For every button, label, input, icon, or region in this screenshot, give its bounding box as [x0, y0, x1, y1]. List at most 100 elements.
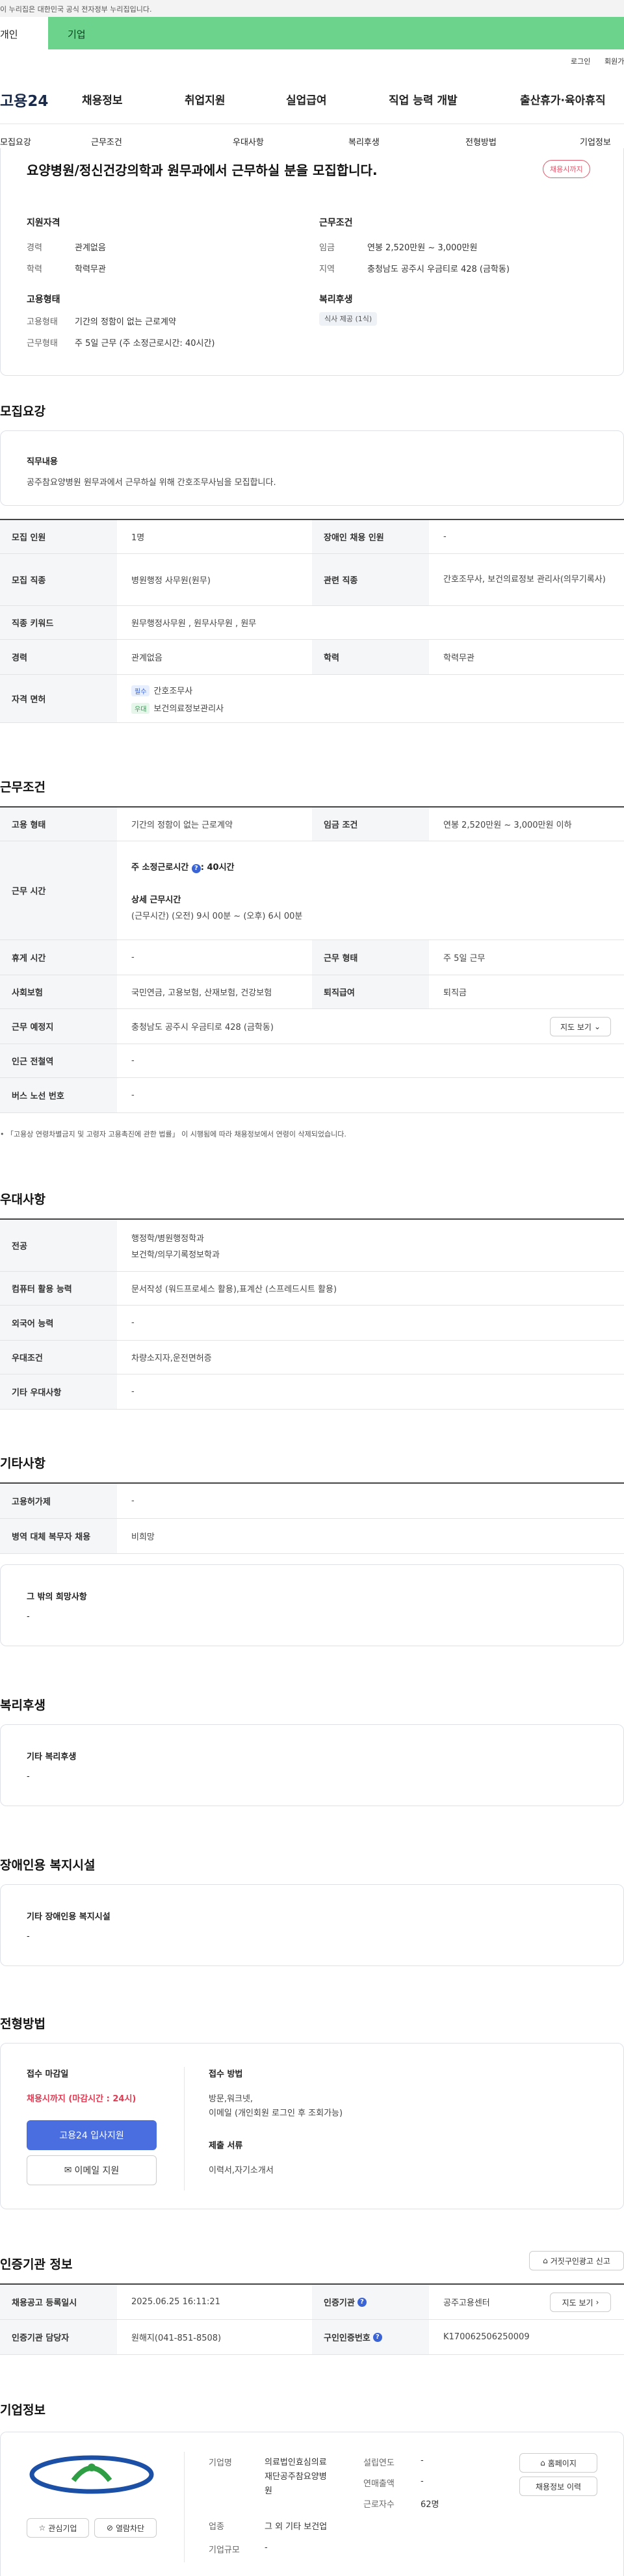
summary-cond: 근무조건 임금 연봉 2,520만원 ~ 3,000만원 지역 충청남도 공주시 우… — [319, 218, 510, 274]
table-cell: K170062506250009 — [443, 2332, 530, 2342]
star-icon: ☆ — [38, 2523, 46, 2532]
anchor-tab-company[interactable]: 기업정보 — [580, 135, 611, 148]
gnb-item-support[interactable]: 취업지원 — [185, 91, 226, 107]
table-cell: 원무행정사무원 , 원무사무원 , 원무 — [131, 619, 257, 629]
company-title: 기업정보 — [0, 2403, 46, 2417]
favorite-company-button[interactable]: ☆ 관심기업 — [27, 2518, 89, 2538]
screening-title: 전형방법 — [0, 2017, 46, 2031]
table-header-cell: 컴퓨터 활용 능력 — [0, 1272, 117, 1305]
table-row: 모집 인원 1명 장애인 채용 인원 - — [0, 520, 624, 554]
table-header-cell: 자격 면허 — [0, 675, 117, 722]
summary-value: 학력무관 — [75, 265, 106, 274]
anchor-tab-screening[interactable]: 전형방법 — [465, 135, 497, 148]
table-header-cell: 사회보험 — [0, 975, 117, 1008]
job-title: 요양병원/정신건강의학과 원무과에서 근무하실 분을 모집합니다. — [27, 163, 378, 178]
gnb-item-leave[interactable]: 출산휴가·육아휴직 — [520, 91, 606, 107]
table-header-cell: 퇴직급여 — [312, 975, 429, 1008]
report-fake-ad-button[interactable]: ⌂ 거짓구인광고 신고 — [529, 2251, 624, 2270]
etc-title: 기타사항 — [0, 1456, 46, 1471]
table-cell: - — [131, 953, 135, 962]
table-header-cell: 장애인 채용 인원 — [312, 520, 429, 553]
summary-key: 지역 — [319, 265, 335, 274]
table-cell: 원해지(041-851-8508) — [131, 2333, 222, 2343]
table-header-cell: 고용허가제 — [0, 1484, 117, 1518]
table-header-cell: 임금 조건 — [312, 808, 429, 841]
table-row: 근무 시간 주 소정근로시간 ?: 40시간 상세 근무시간 (근무시간) (오… — [0, 841, 624, 940]
disability-box: 기타 장애인용 복지시설 - — [0, 1884, 624, 1966]
table-header-cell: 외국어 능력 — [0, 1306, 117, 1340]
summary-key: 임금 — [319, 243, 335, 253]
anchor-tab-preferences[interactable]: 우대사항 — [233, 135, 264, 148]
company-box: ☆ 관심기업 ⊘ 열람차단 기업명 의료법인효심의료 재단공주참요양병 원 업종 그 외… — [0, 2432, 624, 2576]
map-button[interactable]: 지도 보기 ⌄ — [550, 1017, 611, 1036]
table-row: 전공 행정학/병원행정학과 보건학/의무기록정보학과 — [0, 1220, 624, 1272]
table-row: 경력 관계없음 학력 학력무관 — [0, 640, 624, 675]
info-icon[interactable]: ? — [357, 2297, 367, 2307]
table-header-cell: 근무 형태 — [312, 940, 429, 975]
summary-welfare: 복리후생 식사 제공 (1식) — [319, 293, 378, 326]
duty-box: 직무내용 공주참요양병원 원무과에서 근무하실 위해 간호조무사님을 모집합니다… — [0, 430, 624, 506]
summary-key: 경력 — [27, 243, 42, 253]
summary-key: 고용형태 — [27, 317, 58, 327]
chevron-right-icon: › — [595, 2298, 599, 2307]
login-link[interactable]: 로그인 — [571, 56, 590, 66]
table-cell: 행정학/병원행정학과 보건학/의무기록정보학과 — [131, 1233, 220, 1260]
table-row: 자격 면허 필수 간호조무사 우대 보건의료정보관리사 — [0, 675, 624, 723]
table-cell: 관계없음 — [131, 653, 162, 663]
tab-company[interactable]: 기업 — [68, 27, 86, 41]
table-cell: - — [131, 1496, 135, 1506]
anchor-tab-conditions[interactable]: 근무조건 — [91, 135, 122, 148]
mail-icon: ✉ — [64, 2165, 72, 2175]
table-header-cell: 병역 대체 복무자 채용 — [0, 1519, 117, 1553]
table-row: 우대조건 차량소지자,운전면허증 — [0, 1341, 624, 1374]
gnb-item-benefit[interactable]: 실업급여 — [286, 91, 327, 107]
site-logo[interactable]: 고용24 — [0, 88, 48, 111]
deadline-badge: 채용시까지 — [543, 160, 590, 178]
tab-personal[interactable]: 개인 — [0, 17, 48, 49]
table-header-cell: 근무 예정지 — [0, 1009, 117, 1044]
table-cell: - — [131, 1318, 135, 1328]
job-history-button[interactable]: 채용정보 이력 — [519, 2477, 597, 2496]
age-note: • 「고용상 연령차별금지 및 고령자 고용촉진에 관한 법률」 이 시행됨에 … — [0, 1130, 346, 1138]
table-cell: 1명 — [131, 533, 145, 543]
table-cell: 퇴직금 — [443, 988, 467, 998]
duty-text: 공주참요양병원 원무과에서 근무하실 위해 간호조무사님을 모집합니다. — [27, 478, 276, 488]
table-row: 기타 우대사항 - — [0, 1374, 624, 1410]
table-cell: 간호조무사, 보건의료정보 관리사(의무기록사) — [443, 574, 606, 585]
anchor-tab-recruit[interactable]: 모집요강 — [0, 135, 31, 148]
disability-title: 장애인용 복지시설 — [0, 1858, 96, 1873]
anchor-tab-welfare[interactable]: 복리후생 — [348, 135, 380, 148]
info-icon[interactable]: ? — [372, 2332, 382, 2342]
company-name: 의료법인효심의료 재단공주참요양병 원 — [265, 2458, 327, 2496]
agency-map-button[interactable]: 지도 보기 › — [550, 2293, 611, 2312]
table-header-cell: 우대조건 — [0, 1341, 117, 1374]
welfare-title: 복리후생 — [0, 1698, 46, 1713]
gnb-item-training[interactable]: 직업 능력 개발 — [389, 91, 458, 107]
gnb-item-jobs[interactable]: 채용정보 — [82, 91, 123, 107]
recruit-table: 모집 인원 1명 장애인 채용 인원 - 모집 직종 병원행정 사무원(원무) 관련 직종… — [0, 519, 624, 723]
signup-link[interactable]: 회원가입 — [604, 56, 624, 66]
block-company-button[interactable]: ⊘ 열람차단 — [94, 2518, 157, 2538]
welfare-tag: 식사 제공 (1식) — [319, 312, 378, 326]
table-header-cell: 모집 직종 — [0, 554, 117, 605]
email-apply-button[interactable]: ✉ 이메일 지원 — [27, 2155, 157, 2185]
summary-card: 요양병원/정신건강의학과 원무과에서 근무하실 분을 모집합니다. 채용시까지 … — [0, 148, 624, 376]
table-header-cell: 전공 — [0, 1220, 117, 1271]
homepage-button[interactable]: ⌂ 홈페이지 — [519, 2453, 597, 2473]
info-icon[interactable]: ? — [191, 863, 201, 873]
table-cell: 2025.06.25 16:11:21 — [131, 2297, 220, 2307]
table-cell: - — [131, 1387, 135, 1397]
table-header-cell: 구인인증번호 ? — [312, 2320, 429, 2354]
deadline-text: 채용시까지 (마감시간 : 24시) — [27, 2094, 136, 2104]
table-header-cell: 기타 우대사항 — [0, 1374, 117, 1409]
table-row: 채용공고 등록일시 2025.06.25 16:11:21 인증기관 ? 공주고용센터… — [0, 2285, 624, 2320]
table-row: 버스 노선 번호 - — [0, 1078, 624, 1113]
screening-box: 접수 마감일 채용시까지 (마감시간 : 24시) 고용24 입사지원 ✉ 이메일… — [0, 2043, 624, 2209]
user-type-tabs: 개인 기업 — [0, 17, 624, 49]
apply-button[interactable]: 고용24 입사지원 — [27, 2120, 157, 2150]
table-cell: 비희망 — [131, 1532, 155, 1542]
table-cell: 충청남도 공주시 우금티로 428 (금학동) — [131, 1023, 274, 1032]
table-header-cell: 인근 전철역 — [0, 1044, 117, 1077]
conditions-table: 고용 형태 기간의 정함이 없는 근로계약 임금 조건 연봉 2,520만원 ~ 3,… — [0, 806, 624, 1113]
table-row: 인근 전철역 - — [0, 1044, 624, 1078]
